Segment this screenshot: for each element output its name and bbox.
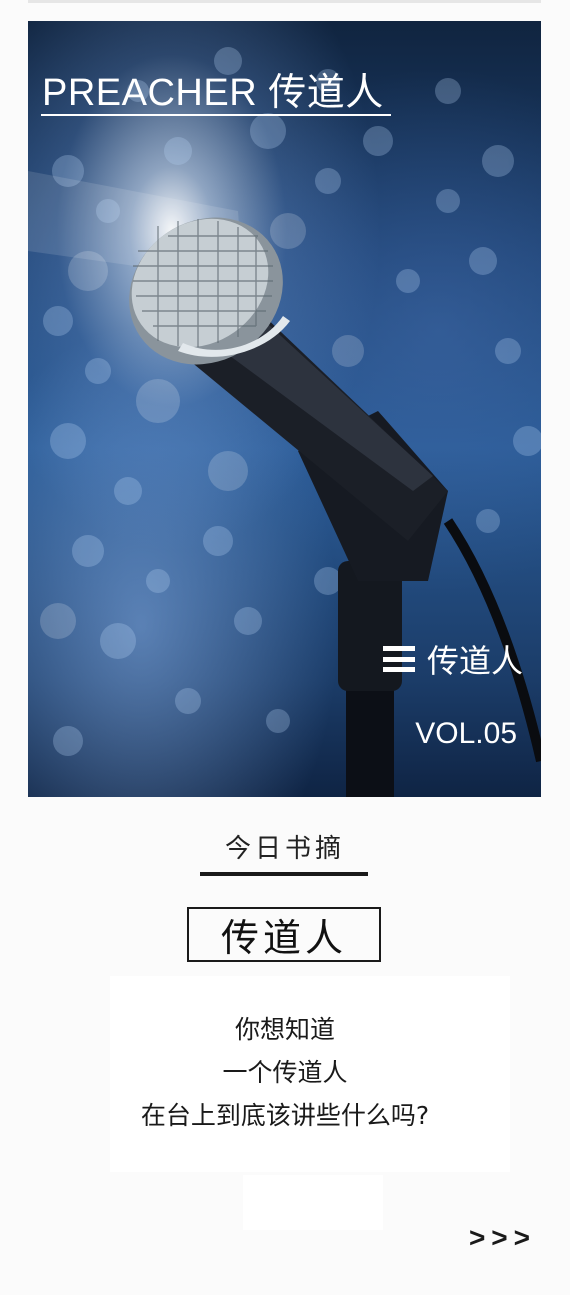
book-title-box: 传道人 xyxy=(187,907,381,962)
section-title: 今日书摘 xyxy=(224,834,345,864)
cover-image: PREACHER 传道人 传道人 VOL.05 xyxy=(28,21,541,797)
volume-number: VOL.05 xyxy=(415,717,517,750)
top-divider xyxy=(28,0,541,3)
excerpt-line: 你想知道 xyxy=(234,1015,335,1044)
menu-label: 传道人 xyxy=(426,642,523,680)
menu-button[interactable]: 传道人 xyxy=(382,636,523,682)
menu-icon[interactable] xyxy=(382,646,415,672)
cover-title: PREACHER 传道人 xyxy=(42,72,384,114)
page: PREACHER 传道人 传道人 VOL.05 今日书摘 传道人 你想知道 一个… xyxy=(0,0,570,1295)
section-title-underline xyxy=(200,872,368,876)
more-arrows-link[interactable]: >>> xyxy=(469,1222,536,1254)
excerpt-text: 你想知道 一个传道人 在台上到底该讲些什么吗? xyxy=(0,1008,570,1137)
blank-panel xyxy=(243,1175,383,1230)
cover-title-underline xyxy=(41,114,391,116)
excerpt-line: 在台上到底该讲些什么吗? xyxy=(140,1101,430,1130)
excerpt-line: 一个传道人 xyxy=(222,1058,348,1087)
